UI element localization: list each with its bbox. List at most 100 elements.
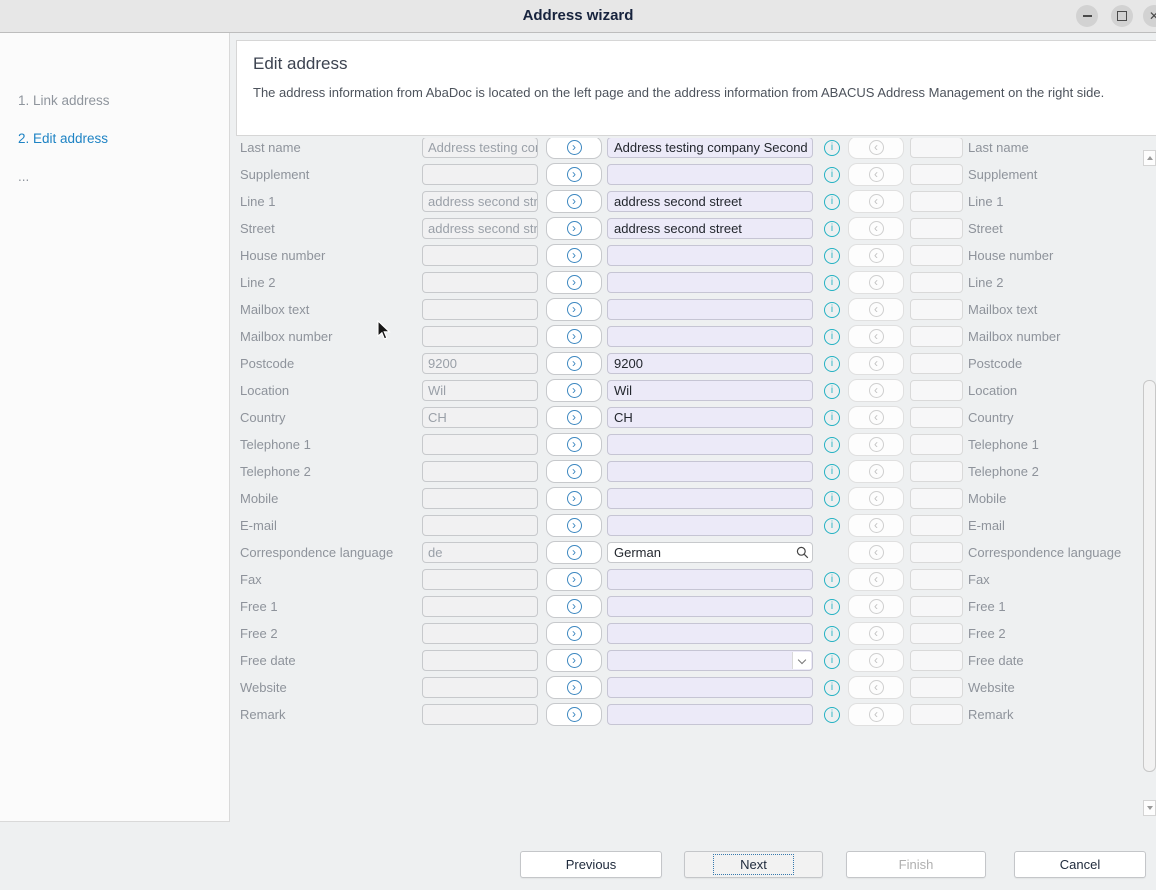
abacus-value-input[interactable] [607, 461, 813, 482]
info-icon[interactable]: i [824, 410, 840, 426]
copy-left-button[interactable]: ‹ [848, 433, 904, 456]
copy-left-button[interactable]: ‹ [848, 541, 904, 564]
copy-right-button[interactable]: › [546, 514, 602, 537]
secondary-input[interactable] [910, 704, 963, 725]
abacus-value-input[interactable] [607, 515, 813, 536]
info-icon[interactable]: i [824, 653, 840, 669]
copy-left-button[interactable]: ‹ [848, 190, 904, 213]
copy-right-button[interactable]: › [546, 271, 602, 294]
abadoc-value-input[interactable] [422, 488, 538, 509]
copy-left-button[interactable]: ‹ [848, 676, 904, 699]
copy-right-button[interactable]: › [546, 676, 602, 699]
abacus-value-input[interactable] [607, 488, 813, 509]
scroll-down-button[interactable] [1143, 800, 1156, 816]
maximize-button[interactable] [1111, 5, 1133, 27]
scrollbar-thumb[interactable] [1143, 380, 1156, 772]
secondary-input[interactable] [910, 191, 963, 212]
secondary-input[interactable] [910, 515, 963, 536]
abacus-value-input[interactable]: 9200 [607, 353, 813, 374]
step-edit-address[interactable]: 2. Edit address [0, 131, 108, 146]
abadoc-value-input[interactable] [422, 704, 538, 725]
copy-left-button[interactable]: ‹ [848, 703, 904, 726]
info-icon[interactable]: i [824, 707, 840, 723]
secondary-input[interactable] [910, 461, 963, 482]
dropdown-arrow-icon[interactable] [792, 652, 811, 669]
abadoc-value-input[interactable] [422, 326, 538, 347]
copy-right-button[interactable]: › [546, 379, 602, 402]
copy-right-button[interactable]: › [546, 352, 602, 375]
next-button[interactable]: Next [684, 851, 823, 878]
info-icon[interactable]: i [824, 599, 840, 615]
info-icon[interactable]: i [824, 140, 840, 156]
copy-right-button[interactable]: › [546, 703, 602, 726]
secondary-input[interactable] [910, 542, 963, 563]
abacus-value-input[interactable] [607, 164, 813, 185]
abadoc-value-input[interactable] [422, 164, 538, 185]
copy-left-button[interactable]: ‹ [848, 649, 904, 672]
copy-left-button[interactable]: ‹ [848, 298, 904, 321]
abacus-value-input[interactable] [607, 326, 813, 347]
abadoc-value-input[interactable] [422, 650, 538, 671]
info-icon[interactable]: i [824, 167, 840, 183]
scroll-up-button[interactable] [1143, 150, 1156, 166]
abacus-value-input[interactable] [607, 569, 813, 590]
abacus-value-input[interactable]: Wil [607, 380, 813, 401]
copy-right-button[interactable]: › [546, 460, 602, 483]
info-icon[interactable]: i [824, 329, 840, 345]
copy-right-button[interactable]: › [546, 298, 602, 321]
info-icon[interactable]: i [824, 302, 840, 318]
abadoc-value-input[interactable] [422, 434, 538, 455]
abacus-value-input[interactable]: address second street [607, 218, 813, 239]
secondary-input[interactable] [910, 245, 963, 266]
abadoc-value-input[interactable]: Address testing company Second [422, 138, 538, 158]
abadoc-value-input[interactable] [422, 515, 538, 536]
abadoc-value-input[interactable]: 9200 [422, 353, 538, 374]
copy-right-button[interactable]: › [546, 622, 602, 645]
secondary-input[interactable] [910, 353, 963, 374]
abadoc-value-input[interactable] [422, 596, 538, 617]
copy-left-button[interactable]: ‹ [848, 352, 904, 375]
info-icon[interactable]: i [824, 572, 840, 588]
abadoc-value-input[interactable]: CH [422, 407, 538, 428]
secondary-input[interactable] [910, 434, 963, 455]
step-ellipsis[interactable]: ... [0, 169, 29, 184]
copy-left-button[interactable]: ‹ [848, 622, 904, 645]
copy-right-button[interactable]: › [546, 325, 602, 348]
abacus-value-input[interactable]: CH [607, 407, 813, 428]
info-icon[interactable]: i [824, 194, 840, 210]
secondary-input[interactable] [910, 218, 963, 239]
info-icon[interactable]: i [824, 356, 840, 372]
search-icon[interactable] [793, 544, 811, 561]
info-icon[interactable]: i [824, 248, 840, 264]
copy-right-button[interactable]: › [546, 190, 602, 213]
abadoc-value-input[interactable] [422, 677, 538, 698]
abacus-value-input[interactable] [607, 434, 813, 455]
info-icon[interactable]: i [824, 437, 840, 453]
minimize-button[interactable] [1076, 5, 1098, 27]
abadoc-value-input[interactable] [422, 569, 538, 590]
copy-right-button[interactable]: › [546, 568, 602, 591]
secondary-input[interactable] [910, 138, 963, 158]
secondary-input[interactable] [910, 569, 963, 590]
info-icon[interactable]: i [824, 464, 840, 480]
secondary-input[interactable] [910, 380, 963, 401]
abacus-value-input[interactable] [607, 704, 813, 725]
abadoc-value-input[interactable] [422, 623, 538, 644]
secondary-input[interactable] [910, 650, 963, 671]
secondary-input[interactable] [910, 596, 963, 617]
secondary-input[interactable] [910, 488, 963, 509]
copy-right-button[interactable]: › [546, 541, 602, 564]
info-icon[interactable]: i [824, 518, 840, 534]
secondary-input[interactable] [910, 272, 963, 293]
secondary-input[interactable] [910, 299, 963, 320]
abacus-value-input[interactable]: German [607, 542, 813, 563]
copy-right-button[interactable]: › [546, 138, 602, 159]
copy-left-button[interactable]: ‹ [848, 325, 904, 348]
copy-left-button[interactable]: ‹ [848, 163, 904, 186]
info-icon[interactable]: i [824, 491, 840, 507]
copy-right-button[interactable]: › [546, 406, 602, 429]
abadoc-value-input[interactable]: de [422, 542, 538, 563]
copy-right-button[interactable]: › [546, 244, 602, 267]
abacus-value-input[interactable] [607, 245, 813, 266]
copy-left-button[interactable]: ‹ [848, 271, 904, 294]
